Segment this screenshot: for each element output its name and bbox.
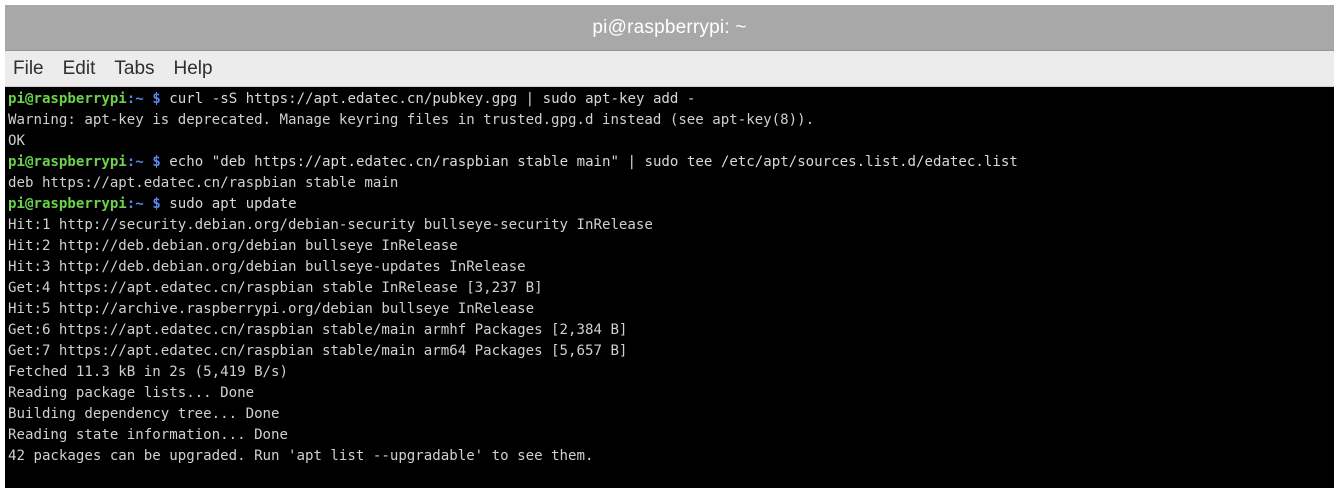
terminal-output[interactable]: pi@raspberrypi:~ $ curl -sS https://apt.… <box>5 87 1334 488</box>
prompt-user: pi@raspberrypi <box>8 196 127 212</box>
terminal-output-line: Get:7 https://apt.edatec.cn/raspbian sta… <box>8 343 628 359</box>
terminal-output-line: Get:4 https://apt.edatec.cn/raspbian sta… <box>8 280 543 296</box>
prompt-user: pi@raspberrypi <box>8 91 127 107</box>
terminal-output-line: Reading package lists... Done <box>8 385 255 401</box>
command-text: curl -sS https://apt.edatec.cn/pubkey.gp… <box>169 91 696 107</box>
window-title: pi@raspberrypi: ~ <box>592 16 747 38</box>
terminal-prompt-line: pi@raspberrypi:~ $ curl -sS https://apt.… <box>8 89 1334 110</box>
prompt-path: ~ <box>135 91 144 107</box>
title-bar[interactable]: pi@raspberrypi: ~ <box>5 5 1334 51</box>
prompt-sigil: $ <box>152 91 161 107</box>
terminal-output-line: Warning: apt-key is deprecated. Manage k… <box>8 112 815 128</box>
command-text: sudo apt update <box>169 196 297 212</box>
terminal-output-line: Hit:5 http://archive.raspberrypi.org/deb… <box>8 301 535 317</box>
terminal-prompt-line: pi@raspberrypi:~ $ sudo apt update <box>8 194 1334 215</box>
terminal-output-line: 42 packages can be upgraded. Run 'apt li… <box>8 448 594 464</box>
menu-tabs[interactable]: Tabs <box>114 58 154 80</box>
terminal-output-line: OK <box>8 133 25 149</box>
terminal-prompt-line: pi@raspberrypi:~ $ echo "deb https://apt… <box>8 152 1334 173</box>
prompt-path: ~ <box>135 154 144 170</box>
menu-file[interactable]: File <box>13 58 44 80</box>
terminal-output-line: Hit:3 http://deb.debian.org/debian bulls… <box>8 259 526 275</box>
menu-edit[interactable]: Edit <box>63 58 96 80</box>
terminal-output-line: Reading state information... Done <box>8 427 289 443</box>
prompt-user: pi@raspberrypi <box>8 154 127 170</box>
terminal-output-line: Get:6 https://apt.edatec.cn/raspbian sta… <box>8 322 628 338</box>
prompt-path: ~ <box>135 196 144 212</box>
terminal-output-line: Fetched 11.3 kB in 2s (5,419 B/s) <box>8 364 289 380</box>
terminal-output-line: Hit:2 http://deb.debian.org/debian bulls… <box>8 238 458 254</box>
prompt-sigil: $ <box>152 154 161 170</box>
menu-help[interactable]: Help <box>174 58 213 80</box>
terminal-output-line: Hit:1 http://security.debian.org/debian-… <box>8 217 653 233</box>
command-text: echo "deb https://apt.edatec.cn/raspbian… <box>169 154 1018 170</box>
prompt-sigil: $ <box>152 196 161 212</box>
terminal-output-line: Building dependency tree... Done <box>8 406 280 422</box>
terminal-window: pi@raspberrypi: ~ File Edit Tabs Help pi… <box>5 5 1334 488</box>
terminal-output-line: deb https://apt.edatec.cn/raspbian stabl… <box>8 175 399 191</box>
menu-bar: File Edit Tabs Help <box>5 51 1334 87</box>
